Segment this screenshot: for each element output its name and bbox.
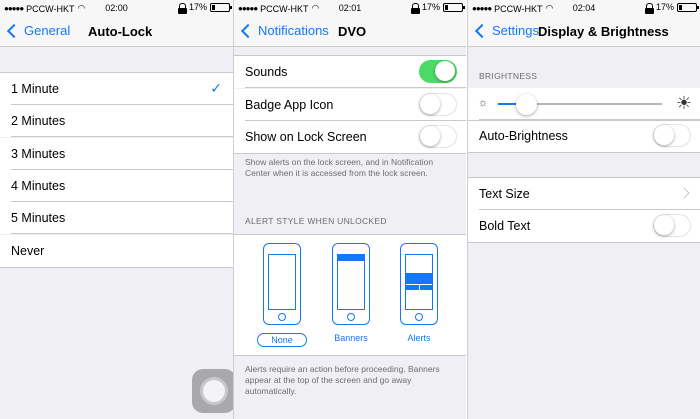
auto-lock-option-label: Never <box>11 243 45 258</box>
back-button[interactable]: Notifications <box>240 23 329 38</box>
chevron-left-icon <box>474 23 490 38</box>
status-bar: ●●●●● PCCW-HKT ◠ 02:04 17% <box>468 0 700 16</box>
auto-lock-option[interactable]: Never <box>0 234 233 267</box>
text-size-row[interactable]: Text Size <box>468 178 700 210</box>
navigation-bar: Notifications DVO <box>234 16 466 47</box>
brightness-slider-thumb[interactable] <box>516 94 538 115</box>
bold-text-toggle[interactable] <box>653 214 691 237</box>
auto-lock-option-label: 1 Minute <box>11 82 59 96</box>
brightness-low-icon: ☼ <box>478 97 489 109</box>
page-title: Display & Brightness <box>538 24 669 39</box>
badge-app-icon-toggle[interactable] <box>419 92 457 116</box>
auto-lock-option[interactable]: 1 Minute ✓ <box>0 73 233 105</box>
back-label: Settings <box>492 23 539 38</box>
badge-app-icon-row: Badge App Icon <box>234 88 466 121</box>
bold-text-row: Bold Text <box>468 210 700 242</box>
auto-brightness-label: Auto-Brightness <box>479 129 568 143</box>
style-banners-icon[interactable] <box>332 243 370 325</box>
style-banners-label[interactable]: Banners <box>328 333 374 343</box>
back-label: General <box>24 23 71 38</box>
back-label: Notifications <box>258 23 329 38</box>
navigation-bar: Settings Display & Brightness <box>468 16 700 47</box>
show-on-lock-screen-toggle[interactable] <box>419 125 457 148</box>
auto-brightness-row: Auto-Brightness <box>468 120 700 152</box>
alert-style-picker: None Banners Alerts <box>234 234 466 356</box>
lock-screen-note: Show alerts on the lock screen, and in N… <box>245 157 434 178</box>
auto-lock-option[interactable]: 3 Minutes <box>0 137 233 170</box>
auto-lock-screen: ●●●●● PCCW-HKT ◠ 02:00 17% General Auto-Lo… <box>0 0 233 419</box>
bold-text-label: Bold Text <box>479 219 531 233</box>
brightness-row: ☼ ☀ <box>468 88 700 120</box>
style-none-icon[interactable] <box>263 243 301 325</box>
battery-percent: 17% <box>421 2 440 12</box>
battery-percent: 17% <box>188 2 207 12</box>
show-on-lock-screen-label: Show on Lock Screen <box>245 130 367 144</box>
battery-icon <box>677 2 699 12</box>
auto-lock-option-label: 3 Minutes <box>11 146 66 161</box>
chevron-left-icon <box>6 23 22 38</box>
chevron-right-icon <box>678 187 690 199</box>
navigation-bar: General Auto-Lock <box>0 16 233 47</box>
sounds-row: Sounds <box>234 56 466 88</box>
auto-lock-option[interactable]: 4 Minutes <box>0 169 233 202</box>
style-none-label[interactable]: None <box>257 333 307 347</box>
rotation-lock-icon <box>644 2 654 14</box>
assistive-touch-button[interactable] <box>192 369 233 413</box>
auto-lock-option[interactable]: 5 Minutes <box>0 202 233 235</box>
alert-style-header: ALERT STYLE WHEN UNLOCKED <box>245 216 387 226</box>
auto-lock-option-label: 2 Minutes <box>11 114 66 129</box>
badge-app-icon-label: Badge App Icon <box>245 97 334 112</box>
status-bar: ●●●●● PCCW-HKT ◠ 02:01 17% <box>234 0 466 16</box>
page-title: DVO <box>338 24 367 39</box>
battery-icon <box>210 2 232 12</box>
alert-style-note: Alerts require an action before proceedi… <box>245 364 440 396</box>
checkmark-icon: ✓ <box>210 80 222 96</box>
text-size-label: Text Size <box>479 187 530 201</box>
auto-lock-option-label: 4 Minutes <box>11 178 66 193</box>
battery-icon <box>443 2 465 12</box>
page-title: Auto-Lock <box>88 24 153 39</box>
sounds-toggle[interactable] <box>419 60 457 83</box>
show-on-lock-screen-row: Show on Lock Screen <box>234 121 466 153</box>
style-alerts-icon[interactable] <box>400 243 438 325</box>
sounds-label: Sounds <box>245 65 288 79</box>
auto-lock-option[interactable]: 2 Minutes <box>0 105 233 138</box>
back-button[interactable]: Settings <box>474 23 539 38</box>
notifications-dvo-screen: ●●●●● PCCW-HKT ◠ 02:01 17% Notifications D… <box>233 0 466 419</box>
brightness-header: BRIGHTNESS <box>479 71 538 81</box>
display-brightness-screen: ●●●●● PCCW-HKT ◠ 02:04 17% Settings Displa… <box>467 0 700 419</box>
auto-brightness-toggle[interactable] <box>653 124 691 147</box>
rotation-lock-icon <box>410 2 420 14</box>
battery-percent: 17% <box>655 2 674 12</box>
auto-lock-option-label: 5 Minutes <box>11 211 66 226</box>
chevron-left-icon <box>240 23 256 38</box>
brightness-high-icon: ☀ <box>675 93 692 113</box>
style-alerts-label[interactable]: Alerts <box>399 333 439 343</box>
rotation-lock-icon <box>177 2 187 14</box>
back-button[interactable]: General <box>6 23 70 38</box>
status-bar: ●●●●● PCCW-HKT ◠ 02:00 17% <box>0 0 233 16</box>
